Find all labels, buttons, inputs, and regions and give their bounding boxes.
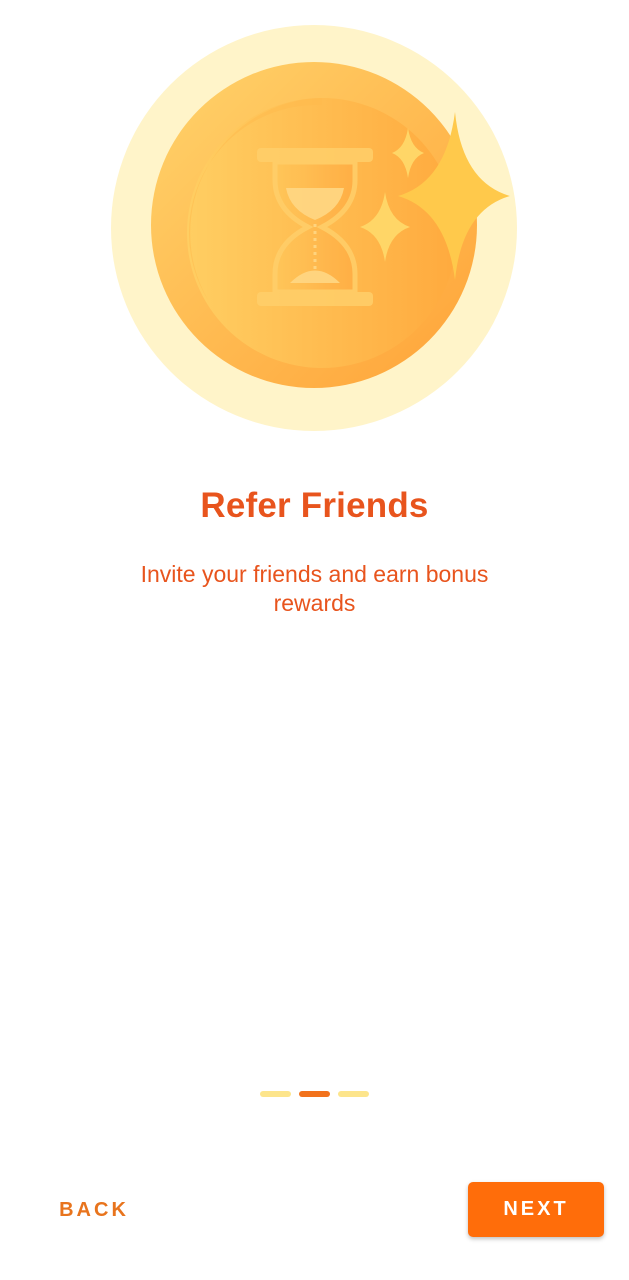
page-dot-2-active [299, 1091, 330, 1097]
page-title: Refer Friends [200, 486, 429, 525]
page-description: Invite your friends and earn bonus rewar… [140, 561, 489, 616]
page-indicator [0, 1091, 629, 1097]
page-dot-3 [338, 1091, 369, 1097]
onboarding-screen: Refer Friends Invite your friends and ea… [0, 0, 629, 1280]
page-dot-1 [260, 1091, 291, 1097]
hourglass-coin-icon [111, 25, 517, 431]
next-button[interactable]: NEXT [468, 1182, 604, 1237]
back-button[interactable]: BACK [44, 1183, 144, 1237]
